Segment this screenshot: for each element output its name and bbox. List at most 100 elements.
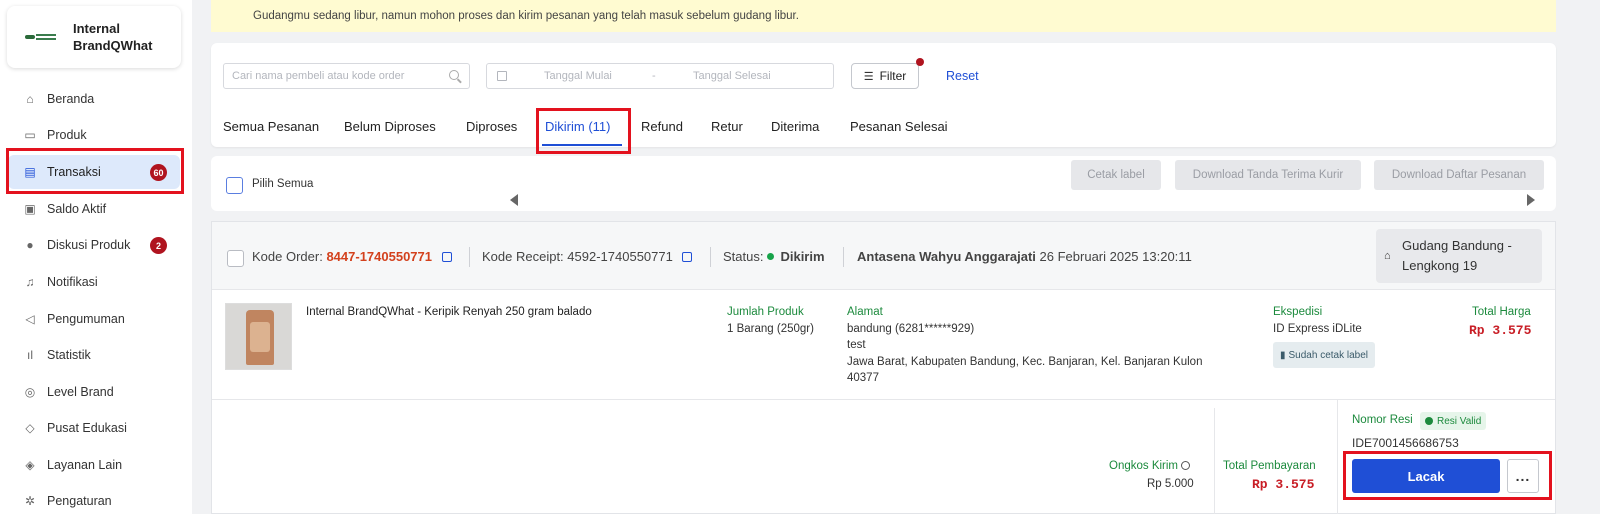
ongkos-kirim-value: Rp 5.000 <box>1147 478 1194 490</box>
filter-button[interactable]: ☰ Filter <box>851 63 919 89</box>
total-harga-label: Total Harga <box>1472 306 1531 318</box>
more-options-button[interactable]: ... <box>1507 459 1539 493</box>
notice-text: Gudangmu sedang libur, namun mohon prose… <box>253 10 799 22</box>
divider <box>1214 408 1215 514</box>
graduation-cap-icon: ◇ <box>25 421 35 435</box>
sidebar-item-level-brand[interactable]: ◎ Level Brand <box>8 375 180 409</box>
ekspedisi-value: ID Express iDLite <box>1273 323 1362 335</box>
tab-refund[interactable]: Refund <box>641 119 683 134</box>
check-circle-icon <box>1425 417 1433 425</box>
sidebar-item-label: Pusat Edukasi <box>47 421 127 435</box>
bell-icon: ♫ <box>25 275 35 289</box>
sidebar-item-diskusi-produk[interactable]: ● Diskusi Produk 2 <box>8 228 180 262</box>
alamat-label: Alamat <box>847 306 883 318</box>
filter-label: Filter <box>879 69 907 83</box>
download-daftar-pesanan-button[interactable]: Download Daftar Pesanan <box>1374 160 1544 190</box>
copy-icon[interactable] <box>441 252 452 262</box>
info-icon[interactable] <box>1181 461 1191 470</box>
sidebar-item-notifikasi[interactable]: ♫ Notifikasi <box>8 265 180 299</box>
jumlah-produk-value: 1 Barang (250gr) <box>727 323 814 335</box>
filter-card: Cari nama pembeli atau kode order Tangga… <box>211 43 1556 147</box>
sliders-icon: ☰ <box>863 70 874 83</box>
box-icon: ▭ <box>24 128 36 142</box>
scroll-left-icon[interactable] <box>510 194 518 206</box>
scroll-right-icon[interactable] <box>1527 194 1535 206</box>
tab-belum-diproses[interactable]: Belum Diproses <box>344 119 436 134</box>
divider <box>710 247 711 267</box>
order-header: Kode Order: 8447-1740550771 Kode Receipt… <box>212 222 1555 290</box>
search-input[interactable]: Cari nama pembeli atau kode order <box>223 63 470 89</box>
resi-valid-text: Resi Valid <box>1437 415 1482 427</box>
lacak-button[interactable]: Lacak <box>1352 459 1500 493</box>
tab-retur[interactable]: Retur <box>711 119 743 134</box>
divider <box>212 399 1555 400</box>
ongkos-kirim-label: Ongkos Kirim <box>1109 460 1191 472</box>
download-tanda-terima-button[interactable]: Download Tanda Terima Kurir <box>1175 160 1361 190</box>
tab-diterima[interactable]: Diterima <box>771 119 819 134</box>
home-icon: ⌂ <box>26 92 34 106</box>
tab-semua-pesanan[interactable]: Semua Pesanan <box>223 119 319 134</box>
select-all-checkbox[interactable] <box>226 177 243 194</box>
tab-diproses[interactable]: Diproses <box>466 119 517 134</box>
sidebar-item-pengumuman[interactable]: ◁ Pengumuman <box>8 302 180 336</box>
sidebar: Internal BrandQWhat ⌂ Beranda ▭ Produk ▤… <box>0 0 192 514</box>
sidebar-item-label: Beranda <box>47 92 95 106</box>
brand-logo <box>25 32 57 42</box>
alamat-line: test <box>847 339 866 351</box>
sidebar-item-statistik[interactable]: ıl Statistik <box>8 338 180 372</box>
medal-icon: ◎ <box>24 385 36 399</box>
sidebar-item-pusat-edukasi[interactable]: ◇ Pusat Edukasi <box>8 411 180 445</box>
active-tab-indicator <box>542 144 622 146</box>
alamat-line: 40377 <box>847 372 879 384</box>
notification-badge: 2 <box>150 237 167 254</box>
alamat-line: Jawa Barat, Kabupaten Bandung, Kec. Banj… <box>847 356 1203 368</box>
total-pembayaran-value: Rp 3.575 <box>1252 477 1315 492</box>
warehouse-icon: ⌂ <box>1384 250 1391 262</box>
product-image <box>225 303 292 370</box>
warehouse-name: Gudang Bandung - Lengkong 19 <box>1402 238 1512 273</box>
wallet-icon: ▣ <box>24 202 36 216</box>
nomor-resi-label: Nomor Resi <box>1352 414 1413 426</box>
search-placeholder: Cari nama pembeli atau kode order <box>232 70 405 82</box>
megaphone-icon: ◁ <box>25 312 35 326</box>
search-icon <box>449 70 459 80</box>
sidebar-item-saldo-aktif[interactable]: ▣ Saldo Aktif <box>8 192 180 226</box>
brand-card[interactable]: Internal BrandQWhat <box>7 6 181 68</box>
status-dot-icon <box>767 253 775 260</box>
tab-pesanan-selesai[interactable]: Pesanan Selesai <box>850 119 948 134</box>
sidebar-item-label: Statistik <box>47 348 91 362</box>
filter-active-dot <box>916 58 924 66</box>
bulk-actions-bar: Pilih Semua Cetak label Download Tanda T… <box>211 156 1556 211</box>
label-printed-text: Sudah cetak label <box>1288 349 1369 361</box>
sidebar-item-label: Layanan Lain <box>47 458 123 472</box>
ongkos-kirim-text: Ongkos Kirim <box>1109 460 1179 472</box>
buyer-name: Antasena Wahyu Anggarajati <box>857 249 1036 264</box>
status-label: Status: <box>723 249 764 264</box>
sidebar-item-pengaturan[interactable]: ✲ Pengaturan <box>8 484 180 514</box>
reset-link[interactable]: Reset <box>946 69 979 83</box>
sidebar-item-label: Produk <box>47 128 87 142</box>
kode-order-value: 8447-1740550771 <box>326 249 433 264</box>
printer-icon: ▮ <box>1279 349 1286 361</box>
copy-icon[interactable] <box>682 252 693 262</box>
order-checkbox[interactable] <box>227 250 244 267</box>
kode-order: Kode Order: 8447-1740550771 <box>252 249 452 264</box>
order-card: Kode Order: 8447-1740550771 Kode Receipt… <box>211 221 1556 514</box>
sidebar-item-layanan-lain[interactable]: ◈ Layanan Lain <box>8 448 180 482</box>
cetak-label-button[interactable]: Cetak label <box>1071 160 1161 190</box>
kode-receipt-value: 4592-1740550771 <box>567 249 673 264</box>
buyer-info: Antasena Wahyu Anggarajati 26 Februari 2… <box>857 249 1192 264</box>
gear-icon: ✲ <box>24 494 36 508</box>
tag-icon: ◈ <box>25 458 35 472</box>
sidebar-item-label: Diskusi Produk <box>47 238 131 252</box>
brand-name: Internal BrandQWhat <box>73 21 153 53</box>
total-harga-value: Rp 3.575 <box>1469 323 1532 338</box>
date-range-picker[interactable]: Tanggal Mulai - Tanggal Selesai <box>486 63 834 89</box>
sidebar-item-label: Saldo Aktif <box>47 202 107 216</box>
sidebar-item-produk[interactable]: ▭ Produk <box>8 118 180 152</box>
sidebar-item-label: Pengaturan <box>47 494 112 508</box>
bar-chart-icon: ıl <box>27 348 33 362</box>
sidebar-item-transaksi[interactable]: ▤ Transaksi 60 <box>8 155 180 189</box>
sidebar-item-beranda[interactable]: ⌂ Beranda <box>8 82 180 116</box>
tab-dikirim[interactable]: Dikirim (11) <box>545 119 610 134</box>
